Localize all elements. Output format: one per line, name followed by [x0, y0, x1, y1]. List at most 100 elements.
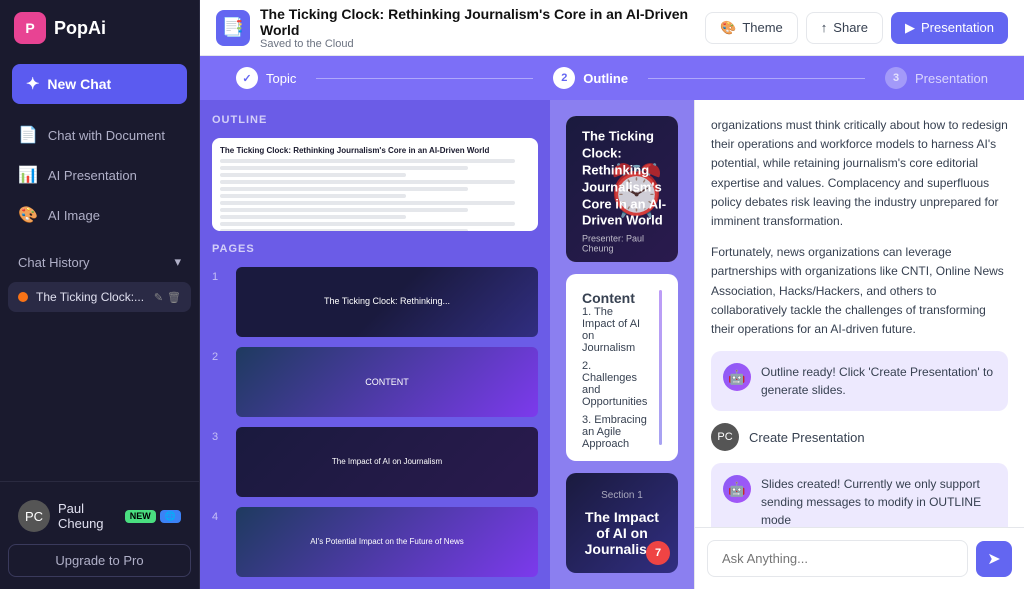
slide-panel: The Ticking Clock: Rethinking Journalism… — [550, 100, 694, 589]
content-label: Content — [582, 290, 647, 306]
chat-text-1: organizations must think critically abou… — [711, 116, 1008, 231]
logo-text: PopAi — [54, 18, 106, 39]
user-name: Paul Cheung — [58, 501, 113, 531]
theme-button[interactable]: 🎨 Theme — [705, 12, 798, 44]
sidebar-item-label: Chat with Document — [48, 128, 165, 143]
main-area: 📑 The Ticking Clock: Rethinking Journali… — [200, 0, 1024, 589]
page-number: 2 — [212, 347, 228, 363]
plus-icon: ✦ — [26, 74, 39, 94]
content-item-2: 2. Challenges and Opportunities — [582, 360, 647, 408]
step-presentation-label: Presentation — [915, 71, 988, 86]
chat-messages: organizations must think critically abou… — [695, 100, 1024, 527]
outline-line — [220, 229, 468, 231]
sidebar-item-ai-presentation[interactable]: 📊 AI Presentation — [8, 156, 191, 194]
ai-presentation-icon: 📊 — [18, 165, 38, 185]
page-item-4[interactable]: 4 AI's Potential Impact on the Future of… — [212, 507, 538, 577]
outline-preview-title: The Ticking Clock: Rethinking Journalism… — [220, 146, 530, 155]
step-topic-label: Topic — [266, 71, 296, 86]
user-avatar-sm: PC — [711, 423, 739, 451]
page-item-3[interactable]: 3 The Impact of AI on Journalism — [212, 427, 538, 497]
share-icon: ↑ — [821, 20, 828, 35]
ai-message-text: Outline ready! Click 'Create Presentatio… — [761, 363, 996, 399]
page-thumb-2[interactable]: CONTENT — [236, 347, 538, 417]
step-topic[interactable]: ✓ Topic — [216, 67, 316, 89]
outline-line — [220, 173, 406, 177]
presentation-button[interactable]: ▶ Presentation — [891, 12, 1008, 44]
sidebar-item-label: AI Presentation — [48, 168, 137, 183]
outline-line — [220, 159, 515, 163]
page-thumb-3[interactable]: The Impact of AI on Journalism — [236, 427, 538, 497]
page-thumb-text: AI's Potential Impact on the Future of N… — [310, 537, 464, 547]
slide-cover-title: The Ticking Clock: Rethinking Journalism… — [582, 128, 678, 229]
content-item-1: 1. The Impact of AI on Journalism — [582, 306, 647, 354]
history-item-dot — [18, 292, 28, 302]
page-number: 3 — [212, 427, 228, 443]
ai-avatar-2: 🤖 — [723, 475, 751, 503]
delete-icon[interactable]: 🗑 — [167, 291, 181, 304]
outline-line — [220, 194, 406, 198]
ai-message-text: Slides created! Currently we only suppor… — [761, 475, 996, 527]
topbar-title: The Ticking Clock: Rethinking Journalism… — [260, 6, 705, 38]
content-area: OUTLINE The Ticking Clock: Rethinking Jo… — [200, 100, 1024, 589]
new-chat-label: New Chat — [47, 76, 111, 92]
page-number: 1 — [212, 267, 228, 283]
avatar: PC — [18, 500, 50, 532]
section-label: Section 1 — [601, 490, 643, 501]
page-thumb-4[interactable]: AI's Potential Impact on the Future of N… — [236, 507, 538, 577]
avatar-initials: PC — [25, 509, 43, 524]
topbar-subtitle: Saved to the Cloud — [260, 38, 705, 50]
outline-line — [220, 187, 468, 191]
slide-cover-presenter: Presenter: Paul Cheung — [582, 234, 678, 254]
progress-tabs: ✓ Topic 2 Outline 3 Presentation — [200, 56, 1024, 100]
page-thumb-1[interactable]: The Ticking Clock: Rethinking... — [236, 267, 538, 337]
chat-input[interactable] — [707, 540, 968, 577]
edit-icon[interactable]: ✎ — [154, 291, 163, 304]
browser-badge: 🌐 — [160, 510, 181, 523]
outline-line — [220, 201, 515, 205]
outline-line — [220, 222, 515, 226]
user-message-text: Create Presentation — [749, 430, 865, 445]
sidebar-nav: 📄 Chat with Document 📊 AI Presentation 🎨… — [0, 112, 199, 238]
slide-content-card[interactable]: Content 1. The Impact of AI on Journalis… — [566, 274, 678, 461]
theme-icon: 🎨 — [720, 20, 736, 36]
upgrade-button[interactable]: Upgrade to Pro — [8, 544, 191, 577]
outline-line — [220, 208, 468, 212]
send-button[interactable]: ➤ — [976, 541, 1012, 577]
new-badge: NEW — [125, 510, 156, 523]
sidebar-item-ai-image[interactable]: 🎨 AI Image — [8, 196, 191, 234]
sidebar-item-chat-document[interactable]: 📄 Chat with Document — [8, 116, 191, 154]
step-outline[interactable]: 2 Outline — [533, 67, 648, 89]
history-item-actions: ✎ 🗑 — [154, 291, 181, 304]
sidebar-footer: PC Paul Cheung NEW 🌐 Upgrade to Pro — [0, 481, 199, 589]
slide-section-card[interactable]: Section 1 The Impact of AI on Journalism… — [566, 473, 678, 573]
slide-content-left: Content 1. The Impact of AI on Journalis… — [582, 290, 647, 450]
ai-avatar-1: 🤖 — [723, 363, 751, 391]
content-item-3: 3. Embracing an Agile Approach — [582, 414, 647, 450]
slide-cover: The Ticking Clock: Rethinking Journalism… — [566, 116, 678, 262]
slide-count-badge: 7 — [646, 541, 670, 565]
share-button[interactable]: ↑ Share — [806, 12, 883, 44]
chat-history-toggle[interactable]: Chat History ▾ — [8, 246, 191, 278]
outline-label: OUTLINE — [212, 112, 538, 128]
chat-panel: organizations must think critically abou… — [694, 100, 1024, 589]
app-logo: P PopAi — [0, 0, 199, 56]
topbar: 📑 The Ticking Clock: Rethinking Journali… — [200, 0, 1024, 56]
page-item-1[interactable]: 1 The Ticking Clock: Rethinking... — [212, 267, 538, 337]
history-item-ticking-clock[interactable]: The Ticking Clock:... ✎ 🗑 — [8, 282, 191, 312]
page-number: 4 — [212, 507, 228, 523]
slide-cover-text: The Ticking Clock: Rethinking Journalism… — [582, 128, 678, 253]
outline-line — [220, 215, 406, 219]
share-label: Share — [833, 20, 868, 35]
step-circle-outline: 2 — [553, 67, 575, 89]
step-circle-presentation: 3 — [885, 67, 907, 89]
new-chat-button[interactable]: ✦ New Chat — [12, 64, 187, 104]
chat-input-area: ➤ — [695, 527, 1024, 589]
outline-line — [220, 166, 468, 170]
presentation-icon: ▶ — [905, 20, 915, 36]
slide-content-decoration — [659, 290, 662, 445]
outline-preview: The Ticking Clock: Rethinking Journalism… — [212, 138, 538, 231]
step-presentation[interactable]: 3 Presentation — [865, 67, 1008, 89]
page-item-2[interactable]: 2 CONTENT — [212, 347, 538, 417]
slide-cover-card[interactable]: The Ticking Clock: Rethinking Journalism… — [566, 116, 678, 262]
pages-label: PAGES — [212, 241, 538, 257]
